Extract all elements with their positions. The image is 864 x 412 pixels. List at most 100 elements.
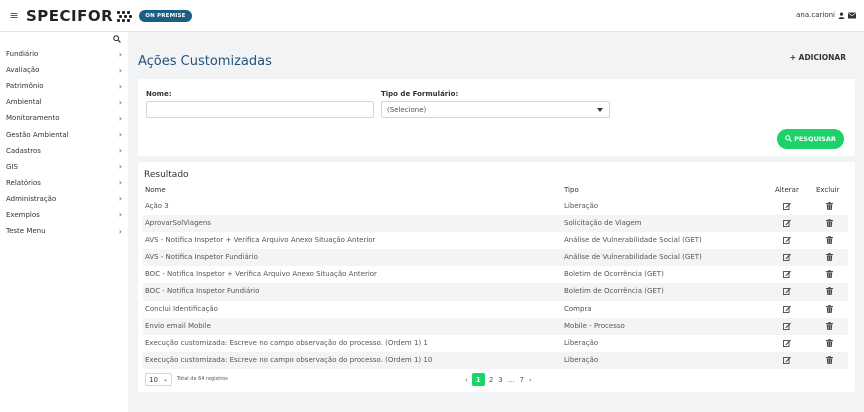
col-nome[interactable]: Nome: [145, 186, 166, 194]
table-row: BOC - Notifica Inspetor + Verifica Arqui…: [143, 266, 848, 283]
table-header: Nome Tipo Alterar Excluir: [138, 184, 855, 197]
edit-icon[interactable]: [783, 305, 791, 315]
table-row: BOC - Notifica Inspetor Fundiário Boletim…: [143, 283, 848, 301]
trash-icon[interactable]: [826, 287, 833, 297]
page-7-button[interactable]: 7: [518, 376, 524, 384]
trash-icon[interactable]: [826, 236, 833, 246]
caret-down-icon: [597, 108, 603, 112]
sidebar-item[interactable]: Gestão Ambiental ›: [0, 126, 128, 142]
page-2-button[interactable]: 2: [488, 376, 494, 384]
edit-icon[interactable]: [783, 270, 791, 280]
total-records: Total de 64 registros: [177, 376, 228, 382]
edit-icon[interactable]: [783, 253, 791, 263]
sidebar-item[interactable]: Patrimônio ›: [0, 78, 128, 94]
row-name: Execução customizada: Escreve no campo o…: [145, 355, 433, 364]
sidebar-item[interactable]: Ambiental ›: [0, 94, 128, 110]
trash-icon[interactable]: [826, 304, 833, 315]
col-excluir: Excluir: [816, 186, 840, 194]
row-tipo: Mobile - Processo: [564, 321, 625, 330]
page-1-button[interactable]: 1: [471, 373, 485, 386]
table-row: AprovarSolViagens Solicitação de Viagem: [143, 215, 848, 233]
chevron-right-icon: ›: [118, 130, 122, 140]
nome-label: Nome:: [146, 90, 172, 98]
table-row: Execução customizada: Escreve no campo o…: [143, 351, 848, 369]
row-name: AprovarSolViagens: [145, 219, 211, 228]
row-tipo: Boletim de Ocorrência (GET): [564, 287, 664, 296]
search-button[interactable]: PESQUISAR: [777, 129, 844, 149]
add-button[interactable]: + ADICIONAR: [790, 53, 846, 62]
user-menu[interactable]: ana.carioni: [796, 11, 856, 19]
on-premise-badge: ON PREMISE: [139, 9, 192, 22]
sidebar-item[interactable]: Cadastros ›: [0, 143, 128, 159]
sidebar-item-label: Exemplos: [6, 210, 40, 219]
trash-icon[interactable]: [826, 355, 833, 366]
hamburger-menu-icon[interactable]: ≡: [4, 9, 24, 22]
page-size-select[interactable]: 10 ⌄: [145, 373, 172, 386]
chevron-right-icon: ›: [118, 178, 122, 188]
edit-icon[interactable]: [783, 322, 791, 332]
page-3-button[interactable]: 3: [497, 376, 503, 384]
sidebar-item[interactable]: GIS ›: [0, 159, 128, 175]
page-size-value: 10: [149, 376, 158, 384]
sidebar-item[interactable]: Monitoramento ›: [0, 110, 128, 126]
user-icon[interactable]: [838, 11, 845, 19]
edit-icon[interactable]: [783, 202, 791, 212]
sidebar: Fundiário › Avaliação › Patrimônio › Ambiental…: [0, 32, 128, 412]
col-tipo[interactable]: Tipo: [564, 186, 579, 194]
chevron-right-icon: ›: [118, 210, 122, 220]
tipo-formulario-label: Tipo de Formulário:: [381, 90, 459, 98]
sidebar-search: [0, 32, 128, 46]
table-row: Execução customizada: Escreve no campo o…: [143, 335, 848, 352]
nome-input[interactable]: [146, 101, 374, 118]
result-panel: Resultado Nome Tipo Alterar Excluir Ação…: [138, 162, 855, 392]
row-tipo: Boletim de Ocorrência (GET): [564, 270, 664, 279]
sidebar-item[interactable]: Avaliação ›: [0, 62, 128, 78]
trash-icon[interactable]: [826, 338, 833, 349]
edit-icon[interactable]: [783, 219, 791, 229]
sidebar-item[interactable]: Relatórios ›: [0, 175, 128, 191]
chevron-right-icon: ›: [118, 226, 122, 236]
row-name: Conclui Identificação: [145, 304, 218, 313]
app-logo[interactable]: SPECIFOR: [26, 7, 113, 25]
edit-icon[interactable]: [783, 287, 791, 297]
sidebar-item-label: Monitoramento: [6, 114, 60, 123]
edit-icon[interactable]: [783, 339, 791, 349]
edit-icon[interactable]: [783, 236, 791, 246]
sidebar-item[interactable]: Administração ›: [0, 191, 128, 207]
filter-panel: Nome: Tipo de Formulário: (Selecione) PE…: [138, 79, 855, 156]
chevron-down-icon: ⌄: [162, 376, 168, 383]
prev-page-button[interactable]: ‹: [464, 376, 469, 384]
sidebar-item-label: Fundiário: [6, 50, 39, 59]
chevron-right-icon: ›: [118, 97, 122, 107]
row-tipo: Liberação: [564, 338, 599, 347]
row-tipo: Liberação: [564, 202, 599, 210]
trash-icon[interactable]: [826, 321, 833, 332]
row-name: Envio email Mobile: [145, 321, 211, 330]
trash-icon[interactable]: [826, 202, 833, 212]
sidebar-item[interactable]: Fundiário ›: [0, 46, 128, 62]
sidebar-item-label: Cadastros: [6, 146, 41, 155]
chevron-right-icon: ›: [118, 113, 122, 123]
trash-icon[interactable]: [826, 253, 833, 263]
top-bar: ≡ SPECIFOR ON PREMISE ana.carioni: [0, 0, 864, 32]
search-icon: [785, 134, 792, 144]
next-page-button[interactable]: ›: [528, 376, 533, 384]
chevron-right-icon: ›: [118, 81, 122, 91]
chevron-right-icon: ›: [118, 146, 122, 156]
pagination-ellipsis: ...: [507, 375, 515, 384]
row-tipo: Solicitação de Viagem: [564, 219, 642, 228]
sidebar-item[interactable]: Teste Menu ›: [0, 223, 128, 239]
user-name: ana.carioni: [796, 11, 835, 19]
trash-icon[interactable]: [826, 270, 833, 280]
sidebar-item[interactable]: Exemplos ›: [0, 207, 128, 223]
row-tipo: Liberação: [564, 355, 599, 364]
row-name: Execução customizada: Escreve no campo o…: [145, 338, 428, 347]
envelope-icon[interactable]: [848, 12, 856, 19]
tipo-formulario-select[interactable]: (Selecione): [381, 101, 610, 118]
table-footer: 10 ⌄ Total de 64 registros ‹ 1 2 3 ... 7…: [145, 373, 850, 387]
sidebar-item-label: Teste Menu: [6, 227, 46, 236]
trash-icon[interactable]: [826, 219, 833, 229]
table-row: AVS - Notifica Inspetor + Verifica Arqui…: [143, 232, 848, 249]
page-title: Ações Customizadas: [138, 54, 272, 69]
edit-icon[interactable]: [783, 356, 791, 366]
